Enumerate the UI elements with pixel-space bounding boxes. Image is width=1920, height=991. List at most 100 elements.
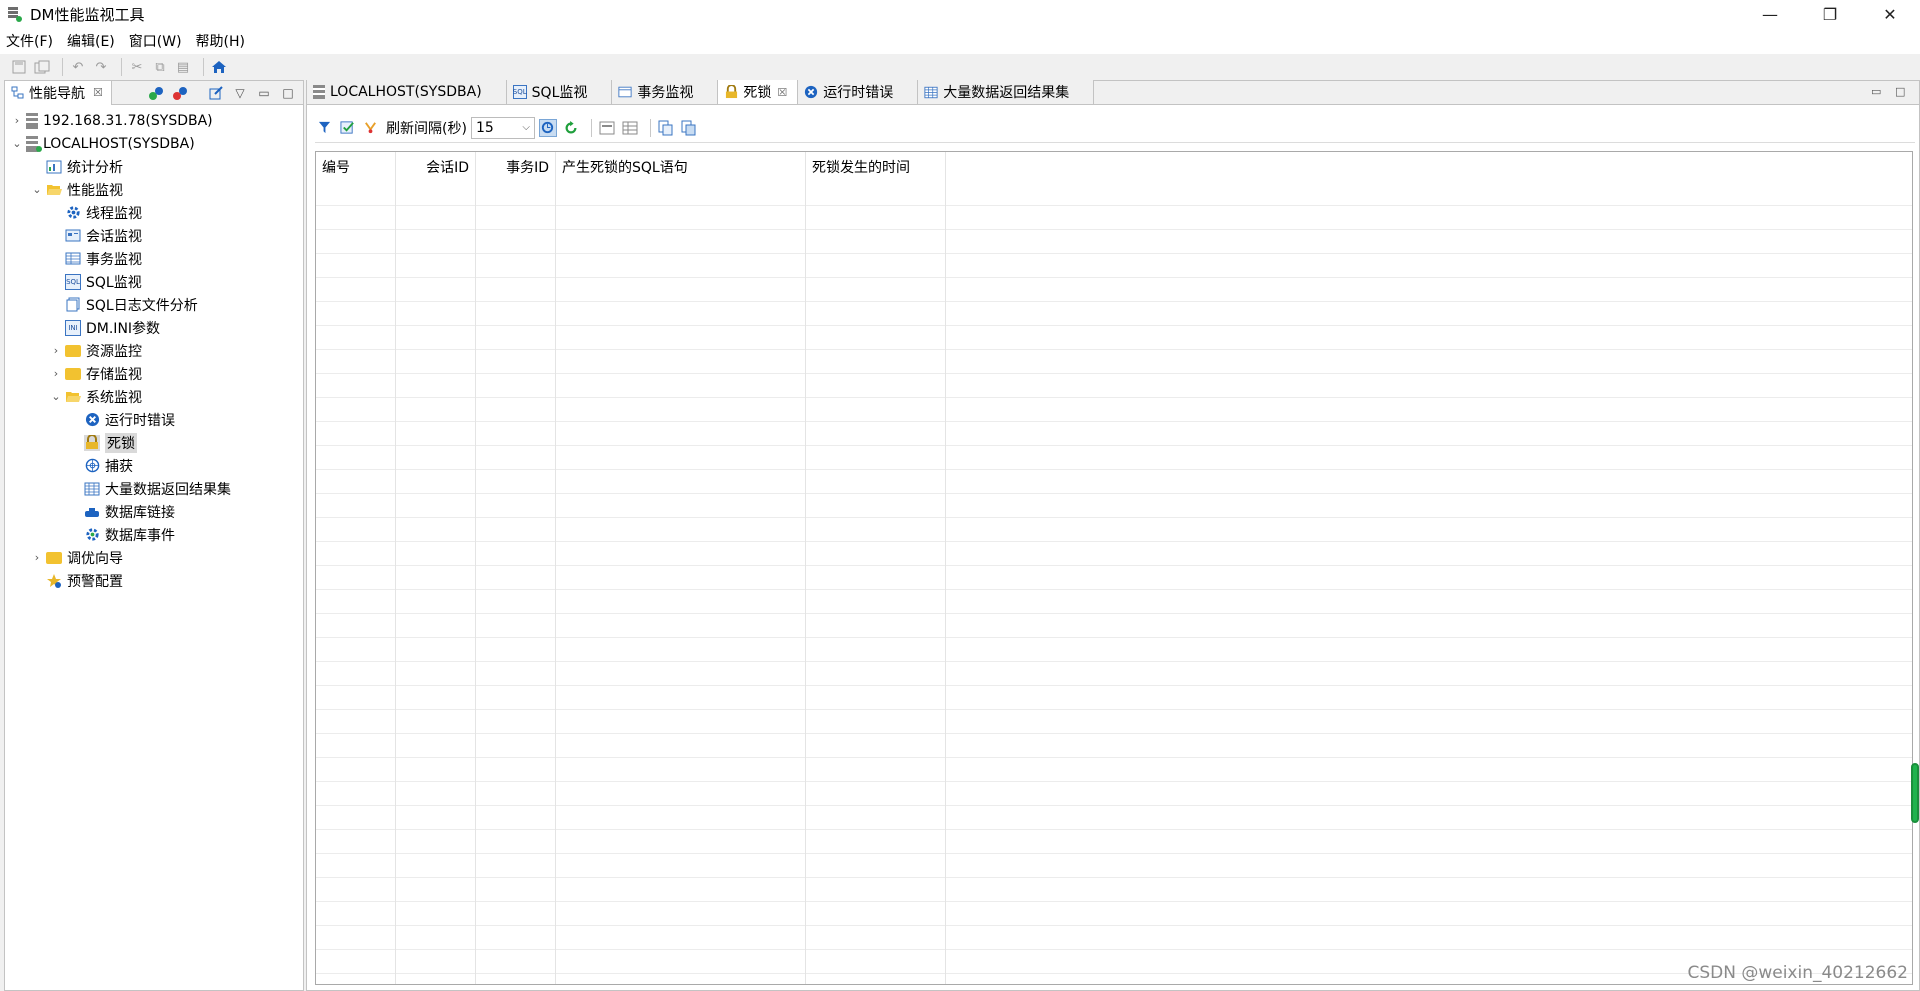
tree-item-localhost[interactable]: ⌄ LOCALHOST(SYSDBA) (5, 132, 303, 155)
tab-label: 死锁 (743, 85, 772, 101)
close-icon[interactable]: ☒ (93, 86, 103, 99)
menu-file[interactable]: 文件(F) (6, 31, 53, 51)
minimize-panel-icon[interactable]: ▭ (255, 84, 273, 102)
tree-item-statistics[interactable]: 统计分析 (5, 155, 303, 178)
column-header-deadlock-sql[interactable]: 产生死锁的SQL语句 (556, 152, 806, 182)
layout-form-icon[interactable] (598, 119, 616, 137)
menu-window[interactable]: 窗口(W) (129, 31, 182, 51)
check-icon[interactable] (338, 119, 356, 137)
filter-icon[interactable] (315, 119, 333, 137)
expand-arrow-icon[interactable]: › (50, 367, 62, 380)
ini-icon: INI (65, 319, 81, 336)
tree-item-database-events[interactable]: 数据库事件 (5, 523, 303, 546)
tree-item-sql-monitor[interactable]: SQL SQL监视 (5, 270, 303, 293)
tab-transaction-monitor[interactable]: 事务监视 (612, 80, 719, 104)
table-icon (84, 481, 100, 497)
tree-item-large-result-set[interactable]: 大量数据返回结果集 (5, 477, 303, 500)
view-menu-icon[interactable]: ▽ (231, 84, 249, 102)
cut-icon[interactable]: ✂ (128, 58, 146, 76)
undo-icon[interactable]: ↶ (69, 58, 87, 76)
main-toolbar: ↶ ↷ ✂ ⧉ ▤ (0, 54, 1920, 80)
maximize-panel-icon[interactable]: □ (279, 84, 297, 102)
tab-label: 性能导航 (29, 85, 85, 102)
tree-item-deadlock[interactable]: 死锁 (5, 431, 303, 454)
tree-item-system-monitor[interactable]: ⌄ 系统监视 (5, 385, 303, 408)
column-divider (805, 182, 806, 984)
column-header-transaction-id[interactable]: 事务ID (476, 152, 556, 182)
restore-button[interactable]: ❐ (1800, 0, 1860, 28)
tree-item-dm-ini-params[interactable]: INI DM.INI参数 (5, 316, 303, 339)
save-icon[interactable] (10, 58, 28, 76)
save-all-icon[interactable] (33, 58, 51, 76)
auto-refresh-icon[interactable] (538, 118, 557, 137)
collapse-arrow-icon[interactable]: ⌄ (50, 390, 62, 403)
maximize-editor-icon[interactable]: □ (1895, 85, 1911, 98)
tree-item-storage-monitor[interactable]: › 存储监视 (5, 362, 303, 385)
tab-localhost[interactable]: LOCALHOST(SYSDBA) (307, 80, 507, 104)
collapse-arrow-icon[interactable]: ⌄ (11, 137, 23, 150)
column-header-session-id[interactable]: 会话ID (396, 152, 476, 182)
collapse-arrow-icon[interactable]: ⌄ (31, 183, 43, 196)
side-scroll-handle[interactable] (1911, 763, 1919, 823)
tab-runtime-errors[interactable]: 运行时错误 (798, 80, 919, 104)
export-icon[interactable] (657, 119, 675, 137)
tree-item-capture[interactable]: 捕获 (5, 454, 303, 477)
tab-performance-navigation[interactable]: 性能导航 ☒ (5, 80, 112, 105)
database-connected-icon (26, 135, 42, 152)
tab-deadlock[interactable]: 死锁 ☒ (718, 80, 799, 104)
tab-sql-monitor[interactable]: SQL SQL监视 (506, 80, 613, 104)
alert-config-icon (46, 573, 62, 589)
refresh-interval-select[interactable]: 15 ⌵ (470, 116, 535, 139)
minimize-editor-icon[interactable]: ▭ (1871, 85, 1887, 98)
column-header-id[interactable]: 编号 (316, 152, 396, 182)
tree-item-label: 统计分析 (67, 159, 123, 176)
tree-item-database-link[interactable]: 数据库链接 (5, 500, 303, 523)
app-icon (6, 5, 24, 23)
connect-icon[interactable] (147, 84, 165, 102)
layout-grid-icon[interactable] (621, 119, 639, 137)
folder-open-icon (46, 182, 62, 198)
disconnect-icon[interactable] (171, 84, 189, 102)
tree-item-transaction-monitor[interactable]: 事务监视 (5, 247, 303, 270)
minimize-button[interactable]: — (1740, 0, 1800, 28)
edit-icon[interactable] (207, 84, 225, 102)
expand-arrow-icon[interactable]: › (11, 114, 23, 127)
paste-icon[interactable]: ▤ (174, 58, 192, 76)
tree-item-performance-monitor[interactable]: ⌄ 性能监视 (5, 178, 303, 201)
redo-icon[interactable]: ↷ (92, 58, 110, 76)
editor-area: LOCALHOST(SYSDBA) SQL SQL监视 事务监视 死锁 ☒ 运行… (306, 80, 1920, 991)
tree-item-alert-config[interactable]: 预警配置 (5, 569, 303, 592)
close-button[interactable]: ✕ (1860, 0, 1920, 28)
menu-edit[interactable]: 编辑(E) (67, 31, 115, 51)
tree-item-thread-monitor[interactable]: 线程监视 (5, 201, 303, 224)
home-icon[interactable] (210, 58, 228, 76)
table-body (316, 182, 1912, 984)
copy-icon[interactable]: ⧉ (151, 58, 169, 76)
tree-item-remote-server[interactable]: › 192.168.31.78(SYSDBA) (5, 109, 303, 132)
tab-label: SQL监视 (531, 85, 588, 101)
refresh-icon[interactable] (562, 119, 580, 137)
expand-arrow-icon[interactable]: › (31, 551, 43, 564)
column-divider (555, 182, 556, 984)
column-header-deadlock-time[interactable]: 死锁发生的时间 (806, 152, 946, 182)
column-divider (945, 182, 946, 984)
tree-item-label: SQL日志文件分析 (86, 297, 198, 314)
tab-large-result-set[interactable]: 大量数据返回结果集 (918, 80, 1095, 104)
tree-item-label: 运行时错误 (105, 412, 175, 429)
menu-help[interactable]: 帮助(H) (196, 31, 245, 51)
expand-arrow-icon[interactable]: › (50, 344, 62, 357)
chevron-down-icon: ⌵ (522, 122, 530, 133)
tree-item-label: 系统监视 (86, 389, 142, 406)
clear-icon[interactable] (361, 119, 379, 137)
deadlock-toolbar: 刷新间隔(秒) 15 ⌵ (315, 113, 1915, 143)
tree-item-tuning-wizard[interactable]: › 调优向导 (5, 546, 303, 569)
tree-item-label: 192.168.31.78(SYSDBA) (43, 112, 213, 129)
folder-open-icon (65, 389, 81, 405)
tree-item-runtime-errors[interactable]: 运行时错误 (5, 408, 303, 431)
tree-item-label: 事务监视 (86, 251, 142, 268)
export-settings-icon[interactable] (680, 119, 698, 137)
tree-item-session-monitor[interactable]: 会话监视 (5, 224, 303, 247)
close-icon[interactable]: ☒ (777, 86, 787, 99)
tree-item-resource-monitor[interactable]: › 资源监控 (5, 339, 303, 362)
tree-item-sql-log-analysis[interactable]: SQL日志文件分析 (5, 293, 303, 316)
